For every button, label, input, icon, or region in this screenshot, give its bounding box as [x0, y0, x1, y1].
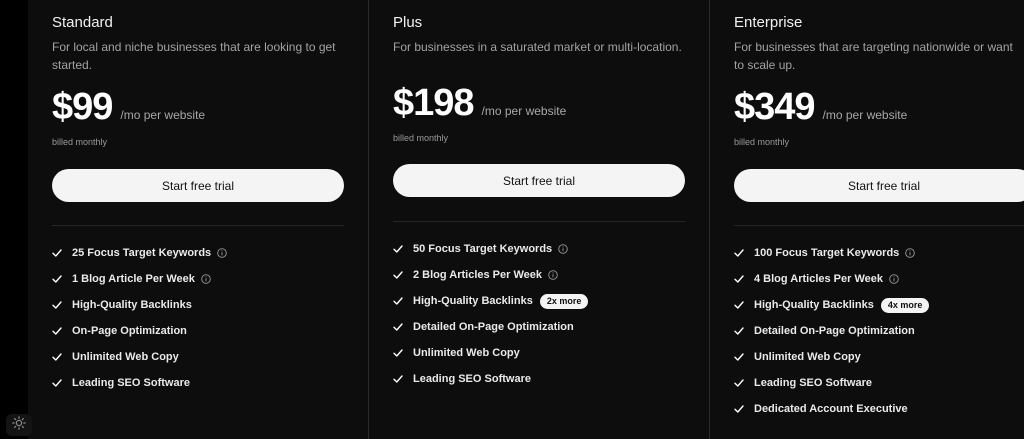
check-icon [734, 378, 744, 388]
plan-description: For local and niche businesses that are … [52, 40, 336, 72]
check-icon [393, 348, 403, 358]
multiplier-badge: 2x more [539, 293, 589, 309]
plan-name: Standard [52, 14, 113, 31]
feature-label: 2 Blog Articles Per Week [413, 269, 542, 281]
feature-item: Dedicated Account Executive [734, 396, 929, 422]
theme-toggle-button[interactable] [6, 414, 32, 436]
feature-label: On-Page Optimization [72, 325, 187, 337]
divider [393, 221, 685, 222]
check-icon [52, 352, 62, 362]
feature-item: 4 Blog Articles Per Week [734, 266, 929, 292]
check-icon [734, 352, 744, 362]
feature-list: 25 Focus Target Keywords 1 Blog Article P… [52, 240, 227, 396]
plan-name: Enterprise [734, 14, 803, 31]
info-icon[interactable] [889, 274, 899, 284]
check-icon [393, 296, 403, 306]
billing-note: billed monthly [734, 137, 790, 147]
feature-item: 25 Focus Target Keywords [52, 240, 227, 266]
billing-note: billed monthly [393, 133, 449, 143]
check-icon [393, 374, 403, 384]
price-period: /mo per website [822, 108, 908, 122]
check-icon [734, 404, 744, 414]
feature-label: High-Quality Backlinks [754, 299, 874, 311]
feature-label: Detailed On-Page Optimization [754, 325, 915, 337]
check-icon [52, 248, 62, 258]
feature-item: 2 Blog Articles Per Week [393, 262, 588, 288]
feature-item: High-Quality Backlinks 4x more [734, 292, 930, 318]
info-icon[interactable] [217, 248, 227, 258]
price-row: $349 /mo per website [734, 86, 907, 129]
feature-item: 1 Blog Article Per Week [52, 266, 227, 292]
info-icon[interactable] [905, 248, 916, 258]
feature-label: High-Quality Backlinks [413, 295, 533, 307]
start-free-trial-button[interactable]: Start free trial [734, 169, 1024, 202]
check-icon [52, 326, 62, 336]
feature-label: Unlimited Web Copy [413, 347, 520, 359]
feature-label: 4 Blog Articles Per Week [754, 273, 883, 285]
feature-label: Dedicated Account Executive [754, 403, 908, 415]
check-icon [52, 300, 62, 310]
check-icon [734, 300, 744, 310]
price-period: /mo per website [481, 104, 567, 118]
feature-item: Unlimited Web Copy [393, 340, 588, 366]
check-icon [52, 274, 62, 284]
feature-label: Unlimited Web Copy [72, 351, 179, 363]
feature-list: 100 Focus Target Keywords 4 Blog Articles… [734, 240, 930, 422]
feature-item: High-Quality Backlinks 2x more [393, 288, 589, 314]
check-icon [393, 270, 403, 280]
feature-item: Leading SEO Software [734, 370, 929, 396]
check-icon [734, 326, 744, 336]
start-free-trial-button[interactable]: Start free trial [52, 169, 344, 202]
check-icon [52, 378, 62, 388]
feature-item: Unlimited Web Copy [734, 344, 929, 370]
feature-item: 100 Focus Target Keywords [734, 240, 929, 266]
feature-item: High-Quality Backlinks [52, 292, 227, 318]
feature-item: Detailed On-Page Optimization [734, 318, 929, 344]
check-icon [393, 322, 403, 332]
price-row: $198 /mo per website [393, 82, 566, 125]
check-icon [393, 244, 403, 254]
divider [52, 225, 344, 226]
feature-item: Leading SEO Software [393, 366, 588, 392]
feature-label: 100 Focus Target Keywords [754, 247, 900, 259]
feature-label: Leading SEO Software [413, 373, 531, 385]
plan-description: For businesses that are targeting nation… [734, 40, 1013, 72]
feature-label: Leading SEO Software [72, 377, 190, 389]
feature-item: On-Page Optimization [52, 318, 227, 344]
info-icon[interactable] [548, 270, 558, 280]
plan-card-standard: Standard For local and niche businesses … [28, 0, 368, 439]
feature-list: 50 Focus Target Keywords 2 Blog Articles … [393, 236, 589, 392]
feature-label: Leading SEO Software [754, 377, 872, 389]
check-icon [734, 274, 744, 284]
plan-card-plus: Plus For businesses in a saturated marke… [369, 0, 709, 439]
feature-item: Unlimited Web Copy [52, 344, 227, 370]
multiplier-badge: 4x more [880, 297, 930, 313]
feature-label: 1 Blog Article Per Week [72, 273, 195, 285]
sun-icon [12, 415, 26, 435]
plan-card-enterprise: Enterprise For businesses that are targe… [710, 0, 1024, 439]
start-free-trial-button[interactable]: Start free trial [393, 164, 685, 197]
plan-description: For businesses in a saturated market or … [393, 40, 682, 54]
feature-label: 25 Focus Target Keywords [72, 247, 212, 259]
price-period: /mo per website [120, 108, 206, 122]
info-icon[interactable] [201, 274, 211, 284]
plan-name: Plus [393, 14, 423, 31]
billing-note: billed monthly [52, 137, 108, 147]
feature-item: Leading SEO Software [52, 370, 227, 396]
plan-price: $99 [52, 86, 113, 128]
feature-label: Detailed On-Page Optimization [413, 321, 574, 333]
feature-item: Detailed On-Page Optimization [393, 314, 588, 340]
divider [734, 225, 1024, 226]
plan-price: $349 [734, 86, 816, 128]
info-icon[interactable] [558, 244, 568, 254]
feature-item: 50 Focus Target Keywords [393, 236, 588, 262]
feature-label: High-Quality Backlinks [72, 299, 192, 311]
price-row: $99 /mo per website [52, 86, 205, 129]
feature-label: Unlimited Web Copy [754, 351, 861, 363]
check-icon [734, 248, 744, 258]
plan-price: $198 [393, 82, 475, 124]
feature-label: 50 Focus Target Keywords [413, 243, 553, 255]
